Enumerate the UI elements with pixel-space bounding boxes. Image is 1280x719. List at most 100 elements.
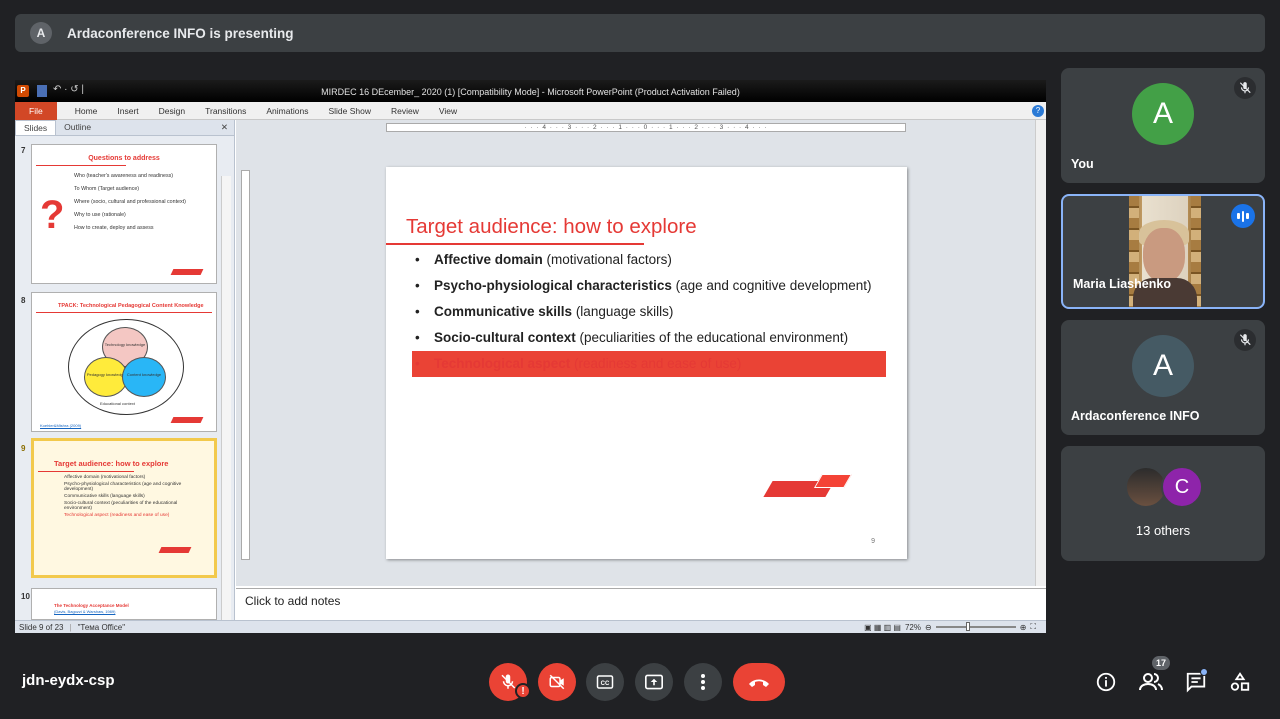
tab-home[interactable]: Home xyxy=(75,106,98,116)
slide-editor: · · · 4 · · · 3 · · · 2 · · · 1 · · · 0 … xyxy=(236,120,1046,586)
list-item: Communicative skills (language skills) xyxy=(64,494,145,499)
meeting-code: jdn-eydx-csp xyxy=(22,672,115,689)
people-icon xyxy=(1139,673,1163,691)
participant-tile-you[interactable]: A You xyxy=(1061,68,1265,183)
thumb-title-underline xyxy=(38,471,134,472)
theme-name: "Тема Office" xyxy=(77,622,126,632)
tab-file[interactable]: File xyxy=(15,101,57,120)
participant-name: You xyxy=(1071,157,1094,171)
save-icon xyxy=(37,85,47,97)
thumb-title: Target audience: how to explore xyxy=(54,459,169,468)
mic-off-icon xyxy=(1234,329,1256,351)
captions-button[interactable]: CC xyxy=(586,663,624,701)
list-item: Who (teacher's awareness and readiness) xyxy=(74,173,174,179)
thumb-number: 8 xyxy=(21,296,26,305)
zoom-level[interactable]: 72% xyxy=(905,623,921,632)
tab-animations[interactable]: Animations xyxy=(266,106,308,116)
tab-insert[interactable]: Insert xyxy=(117,106,138,116)
horizontal-ruler: · · · 4 · · · 3 · · · 2 · · · 1 · · · 0 … xyxy=(386,123,906,132)
activities-button[interactable] xyxy=(1226,668,1254,696)
current-slide[interactable]: Target audience: how to explore Affectiv… xyxy=(386,167,907,559)
slide-thumbnail-8[interactable]: TPACK: Technological Pedagogical Content… xyxy=(31,292,217,432)
activities-icon xyxy=(1230,672,1250,691)
tab-slide-show[interactable]: Slide Show xyxy=(328,106,371,116)
powerpoint-icon: P xyxy=(17,85,29,97)
bullet-item: Psycho-physiological characteristics (ag… xyxy=(412,273,886,299)
new-message-indicator xyxy=(1200,668,1208,676)
close-panel-icon[interactable]: ✕ xyxy=(215,120,234,135)
bullet-item: Communicative skills (language skills) xyxy=(412,299,886,325)
help-icon[interactable]: ? xyxy=(1032,105,1044,117)
avatar: A xyxy=(1132,83,1194,145)
slide-thumbnail-7[interactable]: Questions to address ? Who (teacher's aw… xyxy=(31,144,217,284)
participant-name: Maria Liashenko xyxy=(1073,277,1171,291)
participant-tile-ardaconference[interactable]: A Ardaconference INFO xyxy=(1061,320,1265,435)
list-item: Where (socio, cultural and professional … xyxy=(74,199,186,205)
more-options-button[interactable] xyxy=(684,663,722,701)
slide-thumbnail-9[interactable]: Target audience: how to explore Affectiv… xyxy=(31,438,217,578)
mic-off-icon xyxy=(1234,77,1256,99)
status-bar: Slide 9 of 23 | "Тема Office" ▣ ▦ ▥ ▤ 72… xyxy=(15,620,1046,633)
zoom-slider[interactable] xyxy=(935,622,1016,631)
list-item: Socio-cultural context (peculiarities of… xyxy=(64,501,178,511)
participants-button[interactable] xyxy=(1137,668,1165,696)
slides-panel: Slides Outline ✕ 7 Questions to address … xyxy=(15,120,235,633)
svg-text:CC: CC xyxy=(601,681,610,687)
list-item: Affective domain (motivational factors) xyxy=(64,475,146,480)
ribbon-tabs: File Home Insert Design Transitions Anim… xyxy=(15,101,1046,120)
camera-toggle-button[interactable] xyxy=(538,663,576,701)
zoom-controls: ▣ ▦ ▥ ▤ 72% ⊖ ⊕ ⛶ xyxy=(864,622,1036,632)
zoom-in-icon[interactable]: ⊕ xyxy=(1020,623,1027,632)
venn-content: Content knowledge xyxy=(122,357,166,397)
presenting-text: Ardaconference INFO is presenting xyxy=(67,25,294,41)
slide-number: 9 xyxy=(871,538,875,545)
editor-scrollbar[interactable] xyxy=(1035,120,1046,586)
notes-pane[interactable]: Click to add notes xyxy=(236,588,1046,620)
present-now-button[interactable] xyxy=(635,663,673,701)
participant-name: Ardaconference INFO xyxy=(1071,409,1200,423)
bullet-item: Technological aspect (readiness and ease… xyxy=(412,351,886,377)
thumb-number: 10 xyxy=(21,592,30,601)
avatar: A xyxy=(1132,335,1194,397)
slide-title-underline xyxy=(386,243,644,245)
captions-icon: CC xyxy=(596,675,614,689)
tab-review[interactable]: Review xyxy=(391,106,419,116)
zoom-out-icon[interactable]: ⊖ xyxy=(925,623,932,632)
ppt-title-bar: P ↶ · ↺ | MIRDEC 16 DEcember_ 2020 (1) [… xyxy=(15,80,1046,102)
slide-bullet-list: Affective domain (motivational factors) … xyxy=(412,247,886,377)
thumb-title: The Technology Acceptance Model xyxy=(54,603,129,608)
participant-tile-others[interactable]: C 13 others xyxy=(1061,446,1265,561)
camera-off-icon xyxy=(549,674,565,690)
list-item: Psycho-physiological characteristics (ag… xyxy=(64,482,182,492)
leave-call-button[interactable] xyxy=(733,663,785,701)
tab-design[interactable]: Design xyxy=(159,106,185,116)
slide-logo-accent xyxy=(813,474,853,488)
bullet-item: Affective domain (motivational factors) xyxy=(412,247,886,273)
thumb-title: Questions to address xyxy=(88,155,160,162)
shared-screen[interactable]: P ↶ · ↺ | MIRDEC 16 DEcember_ 2020 (1) [… xyxy=(15,80,1046,633)
thumb-title-underline xyxy=(36,312,212,313)
panel-scrollbar[interactable] xyxy=(221,176,231,633)
hang-up-icon xyxy=(749,679,769,687)
participant-count-badge: 17 xyxy=(1151,655,1171,671)
participant-tile-maria[interactable]: Maria Liashenko xyxy=(1061,194,1265,309)
thumb-subtitle: (Davis, Bagozzi & Warshaw, 1989) xyxy=(54,609,116,614)
thumb-title-underline xyxy=(36,165,126,166)
speaking-indicator-icon xyxy=(1231,204,1255,228)
meeting-details-button[interactable] xyxy=(1092,668,1120,696)
warning-badge-icon: ! xyxy=(515,683,531,699)
tab-view[interactable]: View xyxy=(439,106,457,116)
list-item: To Whom (Target audience) xyxy=(74,186,140,192)
view-buttons-icon[interactable]: ▣ ▦ ▥ ▤ xyxy=(864,623,901,632)
slide-title: Target audience: how to explore xyxy=(406,215,697,238)
tab-transitions[interactable]: Transitions xyxy=(205,106,246,116)
bullet-item: Socio-cultural context (peculiarities of… xyxy=(412,325,886,351)
thumb-number: 9 xyxy=(21,444,26,453)
present-screen-icon xyxy=(645,674,663,690)
tab-outline[interactable]: Outline xyxy=(56,120,99,135)
window-title: MIRDEC 16 DEcember_ 2020 (1) [Compatibil… xyxy=(321,87,740,97)
fit-slide-icon[interactable]: ⛶ xyxy=(1030,622,1036,632)
thumb-list: Affective domain (motivational factors) … xyxy=(34,475,214,518)
slide-thumbnail-10[interactable]: The Technology Acceptance Model (Davis, … xyxy=(31,588,217,620)
tab-slides[interactable]: Slides xyxy=(15,120,57,135)
